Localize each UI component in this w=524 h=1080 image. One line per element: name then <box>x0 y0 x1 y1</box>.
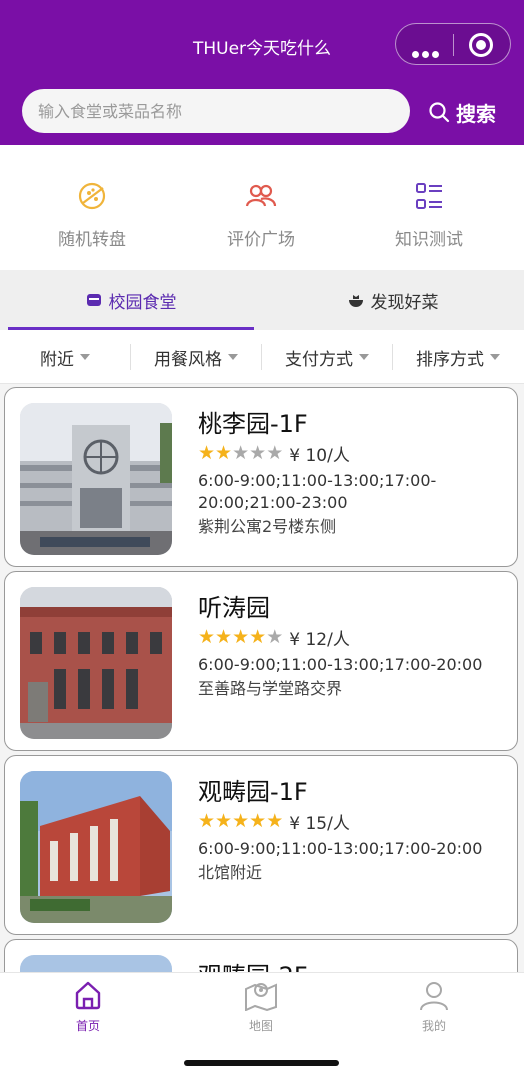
canteen-hours: 6:00-9:00;11:00-13:00;17:00-20:00 <box>198 655 483 674</box>
star-icon: ★ <box>232 626 250 648</box>
rating-row: ★★★★★ ¥ 10/人 <box>198 441 508 466</box>
canteen-card[interactable]: 观畴园-2F <box>4 939 518 972</box>
list-icon <box>416 183 442 209</box>
filter-sort[interactable]: 排序方式 <box>393 330 523 384</box>
filter-nearby[interactable]: 附近 <box>0 330 130 384</box>
filter-label: 支付方式 <box>285 349 353 370</box>
search-icon <box>429 102 450 123</box>
canteen-photo <box>20 955 172 972</box>
canteen-price: ¥ 12/人 <box>289 630 350 650</box>
canteen-card[interactable]: 观畴园-1F ★★★★★ ¥ 15/人 6:00-9:00;11:00-13:0… <box>4 755 518 935</box>
canteen-card[interactable]: 听涛园 ★★★★★ ¥ 12/人 6:00-9:00;11:00-13:00;1… <box>4 571 518 751</box>
canteen-icon <box>86 294 101 306</box>
home-indicator <box>184 1060 339 1066</box>
star-icon: ★ <box>249 442 267 464</box>
star-icon: ★ <box>266 626 284 648</box>
filter-label: 排序方式 <box>416 349 484 370</box>
tab-label: 发现好菜 <box>370 292 439 313</box>
tab-campus-canteen[interactable]: 校园食堂 <box>8 270 254 330</box>
canteen-name: 桃李园-1F <box>198 410 308 438</box>
canteen-address: 至善路与学堂路交界 <box>198 679 343 698</box>
star-icon: ★ <box>232 442 250 464</box>
quick-action-roulette[interactable]: 随机转盘 <box>17 179 167 250</box>
rating-row: ★★★★★ ¥ 15/人 <box>198 809 508 834</box>
chevron-down-icon <box>490 354 500 360</box>
star-icon: ★ <box>215 442 233 464</box>
star-rating: ★★★★★ <box>198 443 283 464</box>
category-tabs: 校园食堂 发现好菜 <box>0 270 524 330</box>
canteen-name: 观畴园-1F <box>198 778 308 806</box>
canteen-name: 听涛园 <box>198 594 270 622</box>
star-icon: ★ <box>266 810 284 832</box>
profile-icon <box>420 982 448 1011</box>
star-icon: ★ <box>249 810 267 832</box>
canteen-photo <box>20 403 172 555</box>
star-icon: ★ <box>249 626 267 648</box>
canteen-hours: 6:00-9:00;11:00-13:00;17:00-20:00 <box>198 839 483 858</box>
tabbar-label: 地图 <box>248 1019 273 1033</box>
filter-bar: 附近 用餐风格 支付方式 排序方式 <box>0 330 524 384</box>
tab-label: 校园食堂 <box>108 292 177 313</box>
chevron-down-icon <box>80 354 90 360</box>
bowl-icon <box>348 295 363 307</box>
canteen-photo <box>20 771 172 923</box>
chevron-down-icon <box>359 354 369 360</box>
canteen-info: 桃李园-1F ★★★★★ ¥ 10/人 6:00-9:00;11:00-13:0… <box>198 410 508 538</box>
mini-program-capsule[interactable] <box>395 23 511 65</box>
map-icon <box>245 983 277 1012</box>
search-button[interactable]: 搜索 <box>428 95 496 129</box>
star-icon: ★ <box>198 810 216 832</box>
canteen-price: ¥ 15/人 <box>289 814 350 834</box>
quick-actions: 随机转盘 评价广场 知识测试 <box>0 145 524 270</box>
star-icon: ★ <box>215 626 233 648</box>
capsule-divider <box>453 34 454 56</box>
star-icon: ★ <box>198 626 216 648</box>
users-icon <box>245 184 277 207</box>
home-icon <box>75 981 101 1010</box>
canteen-info: 听涛园 ★★★★★ ¥ 12/人 6:00-9:00;11:00-13:00;1… <box>198 594 508 700</box>
more-icon[interactable] <box>412 43 442 62</box>
star-rating: ★★★★★ <box>198 811 283 832</box>
canteen-address: 紫荆公寓2号楼东侧 <box>198 517 337 536</box>
tabbar-label: 首页 <box>75 1019 100 1033</box>
canteen-card[interactable]: 桃李园-1F ★★★★★ ¥ 10/人 6:00-9:00;11:00-13:0… <box>4 387 518 567</box>
quick-action-label: 知识测试 <box>395 230 463 250</box>
app-header: THUer今天吃什么 搜索 <box>0 0 524 145</box>
search-button-label: 搜索 <box>456 101 496 126</box>
quick-action-label: 评价广场 <box>227 230 295 250</box>
chevron-down-icon <box>228 354 238 360</box>
canteen-info: 观畴园-2F <box>198 962 508 972</box>
rating-row: ★★★★★ ¥ 12/人 <box>198 625 508 650</box>
tabbar-profile[interactable]: 我的 <box>374 979 494 1034</box>
canteen-photo <box>20 587 172 739</box>
star-icon: ★ <box>198 442 216 464</box>
canteen-name: 观畴园-2F <box>198 962 508 972</box>
filter-dining-style[interactable]: 用餐风格 <box>131 330 261 384</box>
canteen-list[interactable]: 桃李园-1F ★★★★★ ¥ 10/人 6:00-9:00;11:00-13:0… <box>0 384 524 972</box>
canteen-price: ¥ 10/人 <box>289 446 350 466</box>
quick-action-quiz[interactable]: 知识测试 <box>354 179 504 250</box>
star-icon: ★ <box>232 810 250 832</box>
quick-action-reviews[interactable]: 评价广场 <box>186 179 336 250</box>
star-icon: ★ <box>266 442 284 464</box>
filter-label: 附近 <box>40 349 74 370</box>
canteen-info: 观畴园-1F ★★★★★ ¥ 15/人 6:00-9:00;11:00-13:0… <box>198 778 508 884</box>
star-rating: ★★★★★ <box>198 627 283 648</box>
search-input[interactable] <box>22 89 410 133</box>
star-icon: ★ <box>215 810 233 832</box>
filter-label: 用餐风格 <box>154 349 222 370</box>
tabbar-map[interactable]: 地图 <box>201 979 321 1034</box>
close-icon[interactable] <box>469 33 493 57</box>
tab-discover-dishes[interactable]: 发现好菜 <box>270 270 516 330</box>
canteen-hours: 6:00-9:00;11:00-13:00;17:00-20:00;21:00-… <box>198 471 437 512</box>
roulette-icon <box>78 182 106 210</box>
canteen-address: 北馆附近 <box>198 863 263 882</box>
filter-payment[interactable]: 支付方式 <box>262 330 392 384</box>
tabbar-home[interactable]: 首页 <box>28 979 148 1034</box>
tabbar-label: 我的 <box>421 1019 446 1033</box>
quick-action-label: 随机转盘 <box>58 230 126 250</box>
